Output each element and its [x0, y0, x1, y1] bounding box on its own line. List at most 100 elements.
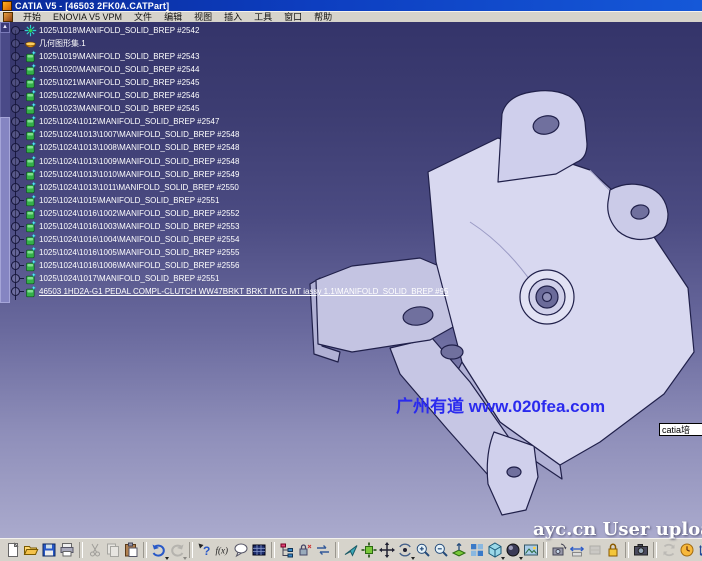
brep-solid-icon	[24, 141, 37, 154]
tree-node-19[interactable]: 1025\1024\1017\MANIFOLD_SOLID_BREP #2551	[11, 272, 219, 285]
tree-expander-icon[interactable]	[11, 130, 20, 139]
chat-bubble-icon[interactable]	[233, 542, 250, 559]
tree-expander-icon[interactable]	[11, 287, 20, 296]
tree-node-20[interactable]: 46503 1HD2A-G1 PEDAL COMPL-CLUTCH WW47BR…	[11, 285, 448, 298]
print-icon[interactable]	[59, 542, 76, 559]
tree-node-17[interactable]: 1025\1024\1016\1005\MANIFOLD_SOLID_BREP …	[11, 246, 239, 259]
tree-expander-icon[interactable]	[11, 157, 20, 166]
tree-node-1[interactable]: 几何图形集.1	[11, 37, 86, 50]
tree-expander-icon[interactable]	[11, 91, 20, 100]
tree-expander-icon[interactable]	[11, 235, 20, 244]
menu-item-3[interactable]: 编辑	[158, 12, 188, 22]
brep-solid-icon	[24, 272, 37, 285]
tree-node-12[interactable]: 1025\1024\1013\1011\MANIFOLD_SOLID_BREP …	[11, 181, 239, 194]
tree-node-15[interactable]: 1025\1024\1016\1003\MANIFOLD_SOLID_BREP …	[11, 220, 239, 233]
tree-node-14[interactable]: 1025\1024\1016\1002\MANIFOLD_SOLID_BREP …	[11, 207, 239, 220]
table-grid-icon[interactable]	[251, 542, 268, 559]
tree-node-label: 1025\1018\MANIFOLD_SOLID_BREP #2542	[39, 24, 199, 37]
menu-item-5[interactable]: 插入	[218, 12, 248, 22]
3d-viewport[interactable]: ▲ 1025\1018\MANIFOLD_SOLID_BREP #2542几何图…	[0, 22, 702, 538]
zoom-out-icon[interactable]	[433, 542, 450, 559]
tree-structure-icon[interactable]	[279, 542, 296, 559]
tree-expander-icon[interactable]	[11, 261, 20, 270]
normal-view-icon[interactable]	[451, 542, 468, 559]
tree-node-18[interactable]: 1025\1024\1016\1006\MANIFOLD_SOLID_BREP …	[11, 259, 239, 272]
tree-node-label: 1025\1024\1016\1006\MANIFOLD_SOLID_BREP …	[39, 259, 239, 272]
tree-expander-icon[interactable]	[11, 209, 20, 218]
pan-icon[interactable]	[379, 542, 396, 559]
tree-expander-icon[interactable]	[11, 104, 20, 113]
tree-node-label: 1025\1019\MANIFOLD_SOLID_BREP #2543	[39, 50, 199, 63]
whats-this-icon[interactable]: ?	[197, 542, 214, 559]
tree-node-16[interactable]: 1025\1024\1016\1004\MANIFOLD_SOLID_BREP …	[11, 233, 239, 246]
paste-icon[interactable]	[123, 542, 140, 559]
camera-rotate-icon[interactable]	[551, 542, 568, 559]
update-icon	[661, 542, 678, 559]
new-document-icon[interactable]	[5, 542, 22, 559]
tree-node-7[interactable]: 1025\1024\1012\MANIFOLD_SOLID_BREP #2547	[11, 115, 219, 128]
tree-node-9[interactable]: 1025\1024\1013\1008\MANIFOLD_SOLID_BREP …	[11, 141, 239, 154]
tree-node-11[interactable]: 1025\1024\1013\1010\MANIFOLD_SOLID_BREP …	[11, 168, 239, 181]
menu-item-8[interactable]: 帮助	[308, 12, 338, 22]
tree-expander-icon[interactable]	[11, 65, 20, 74]
tree-expander-icon[interactable]	[11, 52, 20, 61]
tree-expander-icon[interactable]	[11, 143, 20, 152]
brep-solid-icon	[24, 128, 37, 141]
zoom-in-icon[interactable]	[415, 542, 432, 559]
tree-expander-icon[interactable]	[11, 170, 20, 179]
tree-expander-icon[interactable]	[11, 117, 20, 126]
brep-solid-icon	[24, 246, 37, 259]
tree-expander-icon[interactable]	[11, 26, 20, 35]
tree-node-2[interactable]: 1025\1019\MANIFOLD_SOLID_BREP #2543	[11, 50, 199, 63]
camera-icon[interactable]	[633, 542, 650, 559]
graph-lock-icon[interactable]	[297, 542, 314, 559]
toolbar-separator	[653, 542, 657, 558]
menu-item-4[interactable]: 视图	[188, 12, 218, 22]
tree-expander-icon[interactable]	[11, 196, 20, 205]
tree-node-6[interactable]: 1025\1023\MANIFOLD_SOLID_BREP #2545	[11, 102, 199, 115]
clock-icon[interactable]	[679, 542, 696, 559]
menu-item-0[interactable]: 开始	[17, 12, 47, 22]
save-icon[interactable]	[41, 542, 58, 559]
menu-item-7[interactable]: 窗口	[278, 12, 308, 22]
rotate-icon[interactable]	[397, 542, 414, 559]
tree-node-label: 1025\1024\1013\1008\MANIFOLD_SOLID_BREP …	[39, 141, 239, 154]
tree-node-5[interactable]: 1025\1022\MANIFOLD_SOLID_BREP #2546	[11, 89, 199, 102]
formula-icon[interactable]: f(x)	[215, 542, 232, 559]
brep-solid-icon	[24, 102, 37, 115]
menu-item-6[interactable]: 工具	[248, 12, 278, 22]
menu-item-1[interactable]: ENOVIA V5 VPM	[47, 12, 128, 22]
padlock-icon[interactable]	[605, 542, 622, 559]
isometric-view-icon[interactable]	[487, 542, 504, 559]
tree-node-4[interactable]: 1025\1021\MANIFOLD_SOLID_BREP #2545	[11, 76, 199, 89]
specification-tree: 1025\1018\MANIFOLD_SOLID_BREP #2542几何图形集…	[0, 22, 420, 322]
tree-node-10[interactable]: 1025\1024\1013\1009\MANIFOLD_SOLID_BREP …	[11, 155, 239, 168]
watermark-text: 广州有道 www.020fea.com	[396, 392, 605, 417]
tree-node-0[interactable]: 1025\1018\MANIFOLD_SOLID_BREP #2542	[11, 24, 199, 37]
tree-expander-icon[interactable]	[11, 39, 20, 48]
brep-solid-icon	[24, 259, 37, 272]
tree-expander-icon[interactable]	[11, 248, 20, 257]
tree-expander-icon[interactable]	[11, 78, 20, 87]
menu-item-2[interactable]: 文件	[128, 12, 158, 22]
geometrical-set-icon	[24, 37, 37, 50]
render-style-icon[interactable]	[505, 542, 522, 559]
tree-expander-icon[interactable]	[11, 222, 20, 231]
tree-node-3[interactable]: 1025\1020\MANIFOLD_SOLID_BREP #2544	[11, 63, 199, 76]
open-folder-icon[interactable]	[23, 542, 40, 559]
exchange-icon[interactable]	[315, 542, 332, 559]
capture-image-icon[interactable]	[523, 542, 540, 559]
measure-icon[interactable]	[569, 542, 586, 559]
axis-system-icon[interactable]	[697, 542, 702, 559]
tree-node-8[interactable]: 1025\1024\1013\1007\MANIFOLD_SOLID_BREP …	[11, 128, 239, 141]
tree-node-13[interactable]: 1025\1024\1015\MANIFOLD_SOLID_BREP #2551	[11, 194, 219, 207]
fit-all-icon[interactable]	[361, 542, 378, 559]
gray-widget-icon	[587, 542, 604, 559]
fly-mode-icon[interactable]	[343, 542, 360, 559]
dropdown-arrow-icon[interactable]	[183, 557, 187, 560]
multi-view-icon[interactable]	[469, 542, 486, 559]
window-title: CATIA V5 - [46503 2FK0A.CATPart]	[15, 1, 169, 11]
tree-expander-icon[interactable]	[11, 183, 20, 192]
undo-icon[interactable]	[151, 542, 168, 559]
tree-expander-icon[interactable]	[11, 274, 20, 283]
